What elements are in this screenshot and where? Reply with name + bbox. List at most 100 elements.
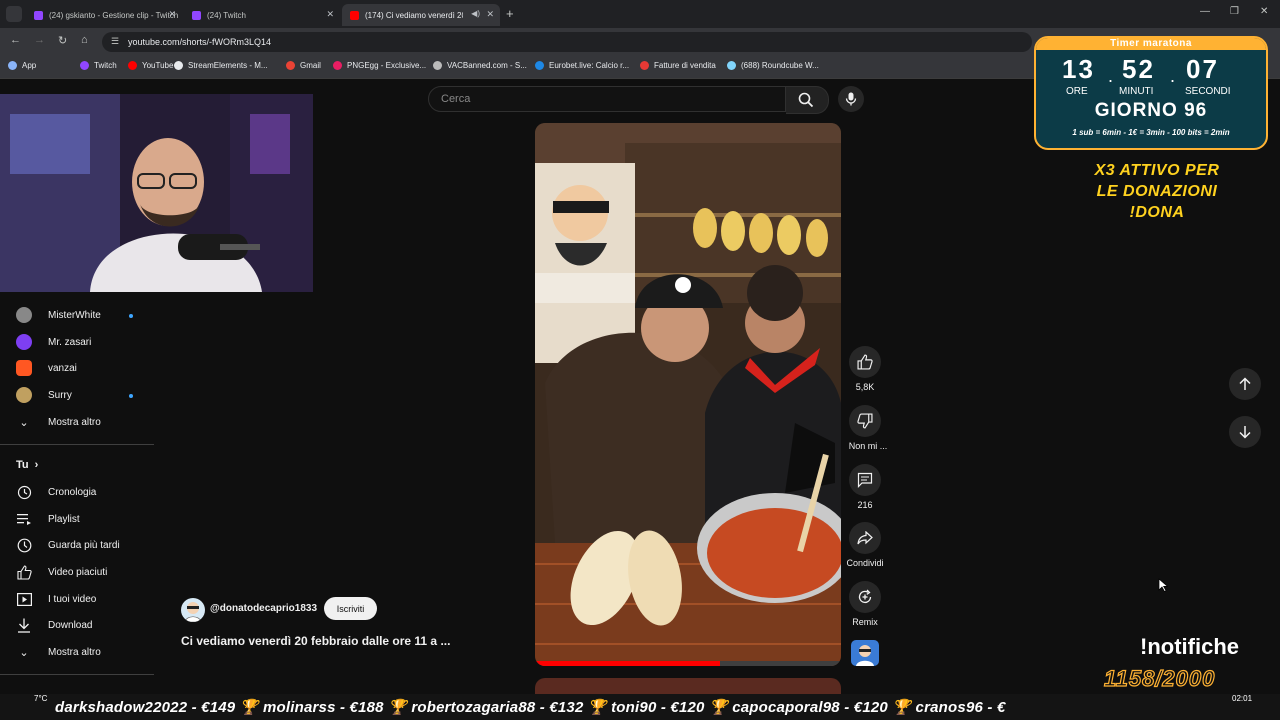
bookmark-icon (80, 61, 89, 70)
bookmark-vacbanned-com-s[interactable]: VACBanned.com - S... (433, 61, 527, 70)
site-info-icon[interactable]: ☰ (111, 36, 119, 47)
sidebar-show-more-you[interactable]: ⌄ Mostra altro (16, 641, 100, 663)
dislike-button[interactable] (849, 405, 881, 437)
close-icon[interactable]: ✕ (168, 9, 176, 20)
twitch-icon (34, 10, 43, 20)
share-button[interactable] (849, 522, 881, 554)
bookmark-label: (688) Roundcube W... (741, 61, 819, 70)
like-button[interactable] (849, 346, 881, 378)
streamer-webcam (0, 94, 313, 292)
channel-avatar (16, 307, 32, 323)
audio-thumbnail[interactable] (851, 640, 879, 666)
timer-separator: . (1108, 66, 1114, 86)
live-dot (129, 394, 133, 398)
sidebar-subscription-mr-zasari[interactable]: Mr. zasari (16, 331, 91, 353)
tab-twitch-clips[interactable]: (24) gskianto - Gestione clip - Twitch ✕ (26, 4, 182, 26)
forward-icon[interactable]: → (34, 34, 45, 46)
sidebar-item-history[interactable]: Cronologia (16, 481, 96, 503)
sidebar-you-header[interactable]: Tu › (16, 454, 38, 476)
channel-avatar (16, 334, 32, 350)
bookmark-youtube[interactable]: YouTube (128, 61, 173, 70)
notifiche-command: !notifiche (1140, 634, 1239, 659)
reload-icon[interactable]: ↻ (58, 34, 67, 47)
sidebar-item-playlist[interactable]: Playlist (16, 508, 80, 530)
speaker-icon[interactable]: ◀) (471, 9, 480, 18)
arrow-up-icon (1239, 377, 1251, 390)
tab-label: (24) Twitch (207, 10, 246, 20)
search-button[interactable] (786, 86, 829, 114)
channel-avatar (16, 360, 32, 376)
goal-counter: 1158/2000 (1103, 665, 1216, 691)
bookmark-gmail[interactable]: Gmail (286, 61, 321, 70)
channel-avatar[interactable] (181, 598, 205, 622)
home-icon[interactable]: ⌂ (81, 34, 88, 46)
bookmark-twitch[interactable]: Twitch (80, 61, 117, 70)
sidebar-item-downloads[interactable]: Download (16, 614, 92, 636)
timer-separator: . (1170, 66, 1176, 86)
channel-handle[interactable]: @donatodecaprio1833 (210, 603, 317, 614)
next-short-button[interactable] (1229, 416, 1261, 448)
tab-twitch[interactable]: (24) Twitch ✕ (184, 4, 340, 26)
bookmark-label: PNGEgg - Exclusive... (347, 61, 427, 70)
bookmark-pngegg-exclusive[interactable]: PNGEgg - Exclusive... (333, 61, 426, 70)
close-icon[interactable]: ✕ (326, 9, 334, 20)
voice-search-button[interactable] (838, 86, 864, 112)
window-close-icon[interactable]: ✕ (1260, 6, 1268, 17)
like-count: 5,8K (855, 382, 875, 392)
maximize-icon[interactable]: ❐ (1230, 6, 1239, 17)
channel-name: MisterWhite (48, 309, 101, 321)
video-title[interactable]: Ci vediamo venerdì 20 febbraio dalle ore… (181, 634, 450, 648)
address-bar[interactable]: ☰ youtube.com/shorts/-fWORm3LQ14 (102, 32, 1032, 52)
history-icon (16, 484, 32, 500)
bookmark-eurobet-live-calcio-r[interactable]: Eurobet.live: Calcio r... (535, 61, 629, 70)
sidebar-subscription-surry[interactable]: Surry (16, 384, 72, 406)
subscribe-button[interactable]: Iscriviti (324, 597, 377, 620)
bookmark-label: App (22, 61, 37, 70)
chevron-down-icon: ⌄ (19, 416, 29, 429)
channel-name: vanzai (48, 362, 77, 374)
bookmark-app[interactable]: App (8, 61, 36, 70)
back-icon[interactable]: ← (10, 34, 21, 46)
close-icon[interactable]: ✕ (486, 9, 494, 20)
sidebar-item-label: Video piaciuti (48, 566, 108, 578)
tab-youtube-short[interactable]: (174) Ci vediamo venerdì 20 febbraio ◀) … (342, 4, 500, 26)
sidebar-show-more[interactable]: ⌄ Mostra altro (16, 411, 100, 433)
remix-label: Remix (852, 617, 878, 627)
playlist-icon (16, 511, 32, 527)
timer-hours: 13 (1062, 54, 1095, 84)
search-icon (798, 92, 814, 108)
remix-button[interactable] (849, 581, 881, 613)
search-input[interactable]: Cerca (428, 86, 786, 112)
x3-line: LE DONAZIONI (1096, 183, 1218, 200)
comment-icon (857, 472, 873, 488)
seconds-label: SECONDI (1185, 86, 1231, 97)
bookmark-icon (286, 61, 295, 70)
you-label: Tu (16, 459, 29, 471)
tab-search-button[interactable] (6, 6, 22, 22)
new-tab-button[interactable]: + (506, 6, 514, 21)
bookmark-688-roundcube-w[interactable]: (688) Roundcube W... (727, 61, 819, 70)
previous-short-button[interactable] (1229, 368, 1261, 400)
sidebar-item-watch-later[interactable]: Guarda più tardi (16, 534, 120, 556)
comments-button[interactable] (849, 464, 881, 496)
sidebar-item-label: Guarda più tardi (48, 539, 120, 551)
share-label: Condividi (846, 558, 884, 568)
bookmark-icon (128, 61, 137, 70)
sidebar-subscription-vanzai[interactable]: vanzai (16, 357, 77, 379)
sidebar-item-liked-videos[interactable]: Video piaciuti (16, 561, 107, 583)
bookmark-label: VACBanned.com - S... (447, 61, 527, 70)
sidebar-subscription-misterwhite[interactable]: MisterWhite (16, 304, 101, 326)
tab-label: (174) Ci vediamo venerdì 20 febbraio (365, 10, 463, 20)
thumbs-up-icon (16, 564, 32, 580)
webcam-overlay (0, 94, 313, 292)
share-icon (857, 531, 873, 545)
timer-rates: 1 sub = 6min - 1€ = 3min - 100 bits = 2m… (1072, 128, 1230, 137)
bookmark-label: Fatture di vendita (654, 61, 716, 70)
bookmark-streamelements-m[interactable]: StreamElements - M... (174, 61, 268, 70)
minimize-icon[interactable]: — (1200, 6, 1210, 17)
bookmark-fatture-di-vendita[interactable]: Fatture di vendita (640, 61, 716, 70)
shorts-video-player[interactable] (535, 123, 841, 666)
sidebar-item-your-videos[interactable]: I tuoi video (16, 588, 96, 610)
video-frame (535, 123, 841, 666)
sidebar-divider (0, 674, 154, 675)
